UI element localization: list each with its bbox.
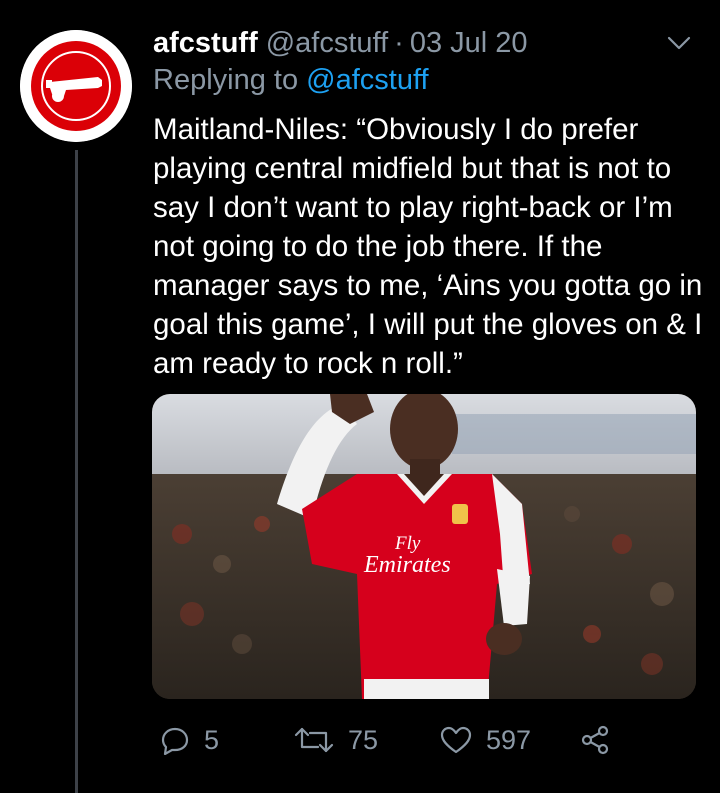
tweet-photo[interactable]: Fly Emirates	[152, 394, 696, 699]
share-icon	[580, 725, 610, 755]
replying-prefix: Replying to	[153, 64, 299, 96]
replying-handle-link[interactable]: @afcstuff	[306, 64, 428, 96]
sponsor-line-1: Fly	[394, 533, 421, 554]
user-handle[interactable]: @afcstuff	[266, 27, 388, 60]
retweet-count: 75	[348, 724, 379, 755]
reply-bubble-icon	[160, 725, 190, 755]
display-name[interactable]: afcstuff	[153, 27, 258, 60]
heart-icon	[440, 725, 472, 755]
share-button[interactable]	[580, 718, 610, 762]
sponsor-line-2: Emirates	[363, 552, 451, 578]
tweet-date[interactable]: 03 Jul 20	[410, 27, 528, 60]
player-photo: Fly Emirates	[152, 394, 696, 699]
tweet-actions: 5 75 597	[152, 718, 672, 762]
avatar[interactable]: AFCSTUFF AFCSTUFF	[20, 30, 132, 142]
tweet-text: Maitland-Niles: “Obviously I do prefer p…	[153, 113, 703, 380]
like-button[interactable]: 597	[440, 718, 531, 762]
like-count: 597	[486, 724, 532, 755]
replying-to: Replying to @afcstuff	[153, 64, 429, 97]
afcstuff-logo: AFCSTUFF AFCSTUFF	[20, 30, 132, 142]
avatar-column: AFCSTUFF AFCSTUFF	[20, 30, 136, 142]
reply-button[interactable]: 5	[160, 718, 219, 762]
separator-dot: ·	[394, 26, 404, 59]
retweet-button[interactable]: 75	[294, 718, 378, 762]
thread-line	[75, 150, 78, 793]
retweet-icon	[294, 725, 334, 755]
reply-count: 5	[204, 724, 220, 755]
chevron-down-icon[interactable]	[664, 28, 694, 58]
tweet-header: afcstuff @afcstuff · 03 Jul 20	[153, 24, 693, 62]
tweet[interactable]: AFCSTUFF AFCSTUFF afcstuff @afcstuff · 0…	[0, 0, 720, 793]
